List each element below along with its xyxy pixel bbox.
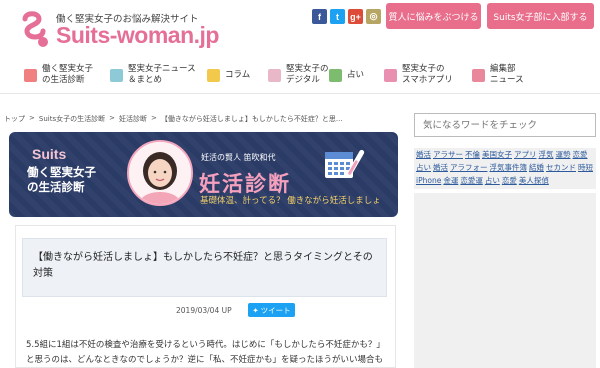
star-icon: [329, 69, 342, 82]
nav-label: 編集部 ニュース: [490, 64, 524, 85]
breadcrumb-separator: >: [150, 114, 157, 122]
nav-label: 堅実女子の スマホアプリ: [402, 64, 453, 85]
keyword-link[interactable]: 浮気: [539, 149, 554, 161]
logo-mark-icon[interactable]: [19, 9, 51, 51]
breadcrumb: トップ > Suits女子の生活診断 > 妊活診断 > 【働きながら妊活しましょ…: [4, 114, 343, 124]
breadcrumb-fertility[interactable]: 妊活診断: [119, 114, 147, 124]
banner-subtitle: 基礎体温、計ってる？ 働きながら妊活しましょ: [200, 196, 381, 206]
site-logo[interactable]: Suits-woman.jp: [56, 22, 219, 49]
line-icon[interactable]: ◎: [366, 9, 381, 24]
keyword-link[interactable]: アラサー: [433, 149, 463, 161]
social-links: f t g+ ◎: [312, 9, 381, 24]
facebook-icon[interactable]: f: [312, 9, 327, 24]
google-plus-icon[interactable]: g+: [348, 9, 363, 24]
nav-item-lifestyle-diagnosis[interactable]: 働く堅実女子 の生活診断: [24, 64, 93, 86]
breadcrumb-separator: >: [109, 114, 115, 122]
nav-label: コラム: [225, 70, 251, 80]
keyword-link[interactable]: アラフォー: [450, 162, 488, 174]
nav-item-editorial-news[interactable]: 編集部 ニュース: [472, 64, 524, 86]
chart-icon: [24, 68, 37, 82]
keyword-link[interactable]: 時短: [578, 162, 593, 174]
twitter-icon[interactable]: t: [330, 9, 345, 24]
breadcrumb-current: 【働きながら妊活しましょ】もしかしたら不妊症？と思...: [160, 115, 343, 123]
nav-label: 堅実女子ニュース ＆まとめ: [128, 64, 196, 85]
keyword-link[interactable]: 婚活: [433, 162, 448, 174]
keyword-row: 婚活 アラサー 不倫 美国女子 アプリ 浮気 運勢 恋愛: [416, 149, 594, 161]
main-navigation: 働く堅実女子 の生活診断 堅実女子ニュース ＆まとめ コラム 堅実女子の デジタ…: [0, 58, 600, 94]
breadcrumb-lifestyle[interactable]: Suits女子の生活診断: [39, 114, 105, 124]
smartphone-icon: [384, 68, 397, 82]
keyword-link[interactable]: 恋愛運: [460, 175, 483, 187]
keyword-link[interactable]: 結婚: [529, 162, 544, 174]
nav-item-digital[interactable]: 堅実女子の デジタル: [268, 64, 329, 86]
keyword-link[interactable]: 占い: [485, 175, 500, 187]
nav-item-smartphone-app[interactable]: 堅実女子の スマホアプリ: [384, 64, 453, 86]
keyword-link[interactable]: 不倫: [465, 149, 480, 161]
breadcrumb-separator: >: [29, 114, 35, 122]
keyword-link[interactable]: 美国女子: [482, 149, 512, 161]
keyword-link[interactable]: セカンド: [546, 162, 576, 174]
keyword-cloud: 婚活 アラサー 不倫 美国女子 アプリ 浮気 運勢 恋愛 占い 婚活 アラフォー…: [414, 148, 596, 189]
sidebar-panel: [414, 193, 596, 368]
keyword-link[interactable]: 婚活: [416, 149, 431, 161]
calendar-thermometer-icon: [325, 149, 365, 178]
keyword-row: 占い 婚活 アラフォー 浮気事件簿 結婚 セカンド 時短: [416, 162, 594, 174]
banner-byline: 妊活の賢人 笛吹和代: [201, 153, 276, 162]
nav-item-fortune[interactable]: 占い: [329, 69, 364, 82]
keyword-link[interactable]: 運勢: [556, 149, 571, 161]
site-header: 働く堅実女子のお悩み解決サイト Suits-woman.jp f t g+ ◎ …: [0, 0, 600, 58]
diagnosis-banner[interactable]: Suits 働く堅実女子 の生活診断 妊活の賢人 笛吹和代 妊活診断 基礎体温、…: [9, 132, 398, 217]
tweet-label: ツイート: [260, 305, 291, 315]
search-input[interactable]: [423, 118, 593, 133]
author-portrait-icon: [129, 142, 191, 204]
search-box: [414, 113, 596, 137]
keyword-link[interactable]: 恋愛: [502, 175, 517, 187]
author-photo: [127, 140, 193, 206]
keyword-link[interactable]: アプリ: [514, 149, 537, 161]
join-club-button[interactable]: Suits女子部に入部する: [487, 3, 594, 29]
news-icon: [110, 68, 123, 82]
worry-button[interactable]: 質人に悩みをぶつける: [386, 3, 481, 29]
keyword-link[interactable]: 金運: [443, 175, 458, 187]
nav-item-news[interactable]: 堅実女子ニュース ＆まとめ: [110, 64, 196, 86]
article-date: 2019/03/04 UP: [176, 306, 232, 315]
nav-label: 占い: [347, 70, 365, 80]
article-title: 【働きながら妊活しましょ】もしかしたら不妊症？と思うタイミングとその対策: [22, 238, 387, 297]
laptop-icon: [268, 68, 281, 82]
breadcrumb-home[interactable]: トップ: [4, 114, 25, 124]
twitter-bird-icon: ✦: [252, 305, 259, 315]
keyword-row: iPhone 金運 恋愛運 占い 恋愛 美人探偵: [416, 175, 594, 187]
megaphone-icon: [472, 68, 485, 82]
keyword-link[interactable]: iPhone: [416, 175, 441, 187]
keyword-link[interactable]: 占い: [416, 162, 431, 174]
nav-label: 働く堅実女子 の生活診断: [42, 64, 94, 85]
banner-title: 働く堅実女子 の生活診断: [27, 165, 96, 194]
keyword-link[interactable]: 美人探偵: [519, 175, 549, 187]
keyword-link[interactable]: 恋愛: [573, 149, 588, 161]
nav-item-column[interactable]: コラム: [207, 69, 250, 82]
keyword-link[interactable]: 浮気事件簿: [490, 162, 528, 174]
tweet-button[interactable]: ✦ ツイート: [248, 303, 295, 317]
banner-logo: Suits: [32, 146, 67, 162]
nav-label: 堅実女子の デジタル: [286, 64, 329, 85]
article-body: 5.5組に1組は不妊の検査や治療を受けるという時代。はじめに「もしかしたら不妊症…: [26, 340, 385, 365]
book-icon: [207, 69, 220, 82]
